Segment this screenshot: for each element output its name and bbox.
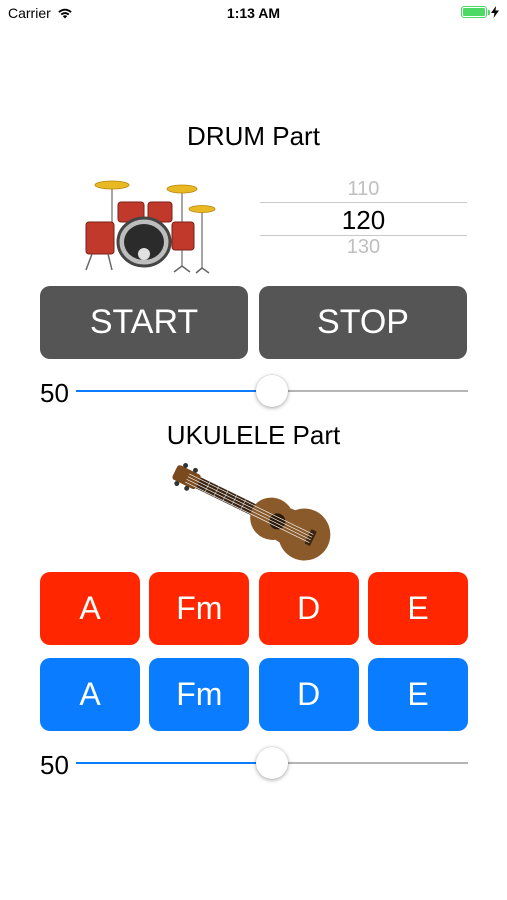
major-chord-button-1[interactable]: Fm (149, 658, 250, 731)
battery-group (461, 6, 499, 18)
minor-chord-button-2[interactable]: D (258, 572, 359, 645)
ukulele-section-title: UKULELE Part (166, 420, 341, 450)
drum-volume-thumb[interactable] (256, 375, 288, 407)
ukulele-image (172, 463, 331, 561)
tempo-option-below[interactable]: 130 (260, 236, 467, 259)
major-chord-button-2[interactable]: D (258, 658, 359, 731)
drum-volume-track[interactable] (76, 375, 468, 407)
drum-section-title: DRUM Part (187, 121, 320, 151)
drum-kit-image (85, 180, 216, 274)
ukulele-volume-track[interactable] (76, 747, 468, 779)
tempo-picker[interactable]: 110 120 130 (260, 172, 467, 264)
minor-chord-button-1[interactable]: Fm (149, 572, 250, 645)
major-chord-button-3[interactable]: E (367, 658, 468, 731)
drum-volume-fill (76, 390, 272, 392)
ukulele-volume-value: 50 (40, 750, 69, 780)
drum-volume-value: 50 (40, 378, 69, 408)
ukulele-volume-slider[interactable]: 50 (40, 745, 468, 781)
status-bar: Carrier 1:13 AM (0, 0, 507, 28)
battery-icon (461, 6, 490, 18)
charging-bolt-icon (491, 6, 499, 18)
major-chord-row: A Fm D E (40, 658, 468, 731)
clock: 1:13 AM (226, 5, 281, 21)
minor-chord-button-0[interactable]: A (40, 572, 140, 645)
tempo-option-selected[interactable]: 120 (260, 205, 467, 236)
ukulele-volume-thumb[interactable] (256, 747, 288, 779)
drum-volume-slider[interactable]: 50 (40, 373, 468, 409)
picker-selection-top-line (260, 202, 467, 203)
start-button[interactable]: START (40, 286, 248, 359)
battery-level (463, 8, 485, 16)
minor-chord-button-3[interactable]: E (367, 572, 468, 645)
stop-button[interactable]: STOP (259, 286, 467, 359)
ukulele-volume-fill (76, 762, 272, 764)
minor-chord-row: A Fm D E (40, 572, 468, 645)
major-chord-button-0[interactable]: A (40, 658, 140, 731)
tempo-option-above[interactable]: 110 (260, 178, 467, 201)
